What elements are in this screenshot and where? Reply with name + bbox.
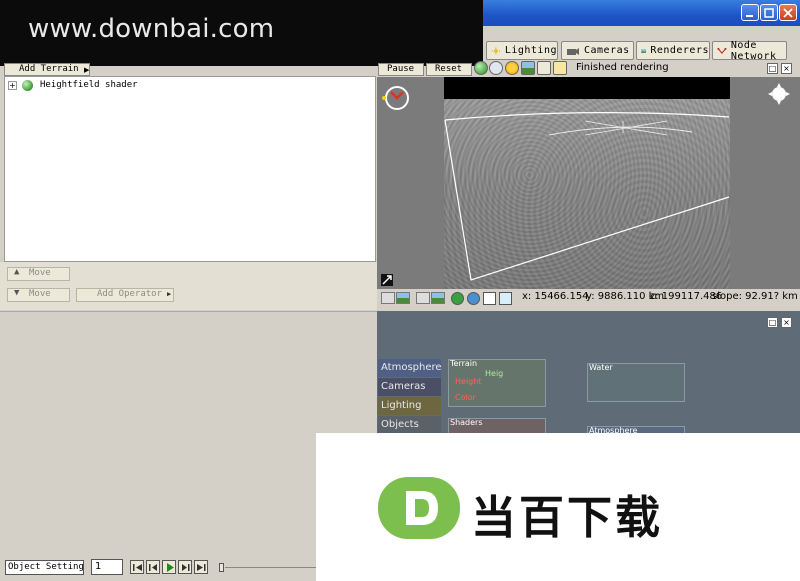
close-icon bbox=[783, 8, 793, 18]
zoom-icon[interactable] bbox=[381, 274, 393, 286]
downbai-logo: 当百下载 bbox=[316, 433, 800, 581]
navigation-gizmo-icon[interactable] bbox=[381, 84, 411, 112]
watermark-banner: www.downbai.com bbox=[0, 0, 483, 66]
tab-node-network[interactable]: Node Network bbox=[712, 40, 787, 62]
camera-select-icon[interactable] bbox=[416, 292, 430, 304]
shaders-node[interactable]: Shaders bbox=[448, 418, 546, 434]
expand-icon[interactable]: + bbox=[8, 81, 17, 90]
category-lighting[interactable]: Lighting bbox=[378, 397, 441, 415]
landscape-icon bbox=[641, 48, 647, 53]
restore-pane-button[interactable]: □ bbox=[767, 63, 778, 74]
watermark-text: www.downbai.com bbox=[28, 14, 275, 44]
skip-forward-icon bbox=[197, 564, 206, 571]
move-up-button[interactable]: ▲ Move bbox=[7, 267, 70, 281]
tab-cameras[interactable]: Cameras bbox=[561, 41, 634, 60]
dropdown-arrow-icon: ▶ bbox=[167, 290, 172, 298]
close-pane-button[interactable]: × bbox=[781, 317, 792, 328]
frame-input[interactable]: 1 bbox=[91, 559, 123, 575]
move-down-button[interactable]: ▼ Move bbox=[7, 288, 70, 302]
coord-x: x: 15466.154 bbox=[522, 291, 589, 302]
next-frame-button[interactable] bbox=[178, 560, 192, 574]
first-frame-button[interactable] bbox=[130, 560, 144, 574]
minimize-button[interactable] bbox=[741, 4, 759, 21]
play-button[interactable] bbox=[162, 560, 176, 574]
close-button[interactable] bbox=[779, 4, 797, 21]
sun-icon[interactable] bbox=[505, 61, 519, 75]
camera-wireframe bbox=[444, 112, 730, 281]
dropdown-arrow-icon: ▶ bbox=[84, 66, 90, 74]
refresh-icon[interactable] bbox=[451, 292, 464, 305]
shader-sphere-icon bbox=[22, 80, 33, 91]
category-objects[interactable]: Objects bbox=[378, 416, 441, 434]
reset-button[interactable]: Reset bbox=[426, 63, 472, 76]
play-icon bbox=[167, 563, 174, 572]
frame-icon[interactable] bbox=[483, 292, 496, 305]
water-node[interactable]: Water bbox=[587, 363, 685, 402]
d-logo-icon bbox=[378, 477, 460, 539]
down-arrow-icon: ▼ bbox=[14, 288, 20, 298]
timeline-handle[interactable] bbox=[219, 563, 224, 572]
tab-renderers[interactable]: Renderers bbox=[636, 41, 710, 60]
timeline-slider[interactable] bbox=[219, 562, 319, 572]
camera-icon[interactable] bbox=[381, 292, 395, 304]
sun-icon bbox=[491, 46, 501, 55]
last-frame-button[interactable] bbox=[194, 560, 208, 574]
up-arrow-icon: ▲ bbox=[14, 267, 20, 277]
render-settings-icon[interactable] bbox=[553, 61, 567, 75]
skip-back-icon bbox=[133, 564, 142, 571]
previous-frame-button[interactable] bbox=[146, 560, 160, 574]
render-sphere-icon[interactable] bbox=[474, 61, 488, 75]
logo-text: 当百下载 bbox=[471, 491, 664, 544]
terrain-tree[interactable]: + Heightfield shader bbox=[4, 76, 376, 262]
height-port[interactable]: Height bbox=[455, 377, 481, 386]
node-icon bbox=[717, 47, 727, 54]
coord-slope: slope: 92.91? km bbox=[712, 291, 798, 302]
maximize-icon bbox=[764, 8, 774, 18]
eye-icon[interactable] bbox=[467, 292, 480, 305]
close-pane-button[interactable]: × bbox=[781, 63, 792, 74]
step-back-icon bbox=[149, 564, 157, 571]
restore-pane-button[interactable]: □ bbox=[767, 317, 778, 328]
compass-icon[interactable] bbox=[768, 83, 790, 105]
pause-button[interactable]: Pause bbox=[378, 63, 424, 76]
category-cameras[interactable]: Cameras bbox=[378, 378, 441, 396]
render-viewport[interactable] bbox=[377, 77, 800, 289]
object-settings-button[interactable]: Object Settings bbox=[5, 560, 84, 575]
camera-icon bbox=[567, 47, 579, 55]
landscape-icon[interactable] bbox=[521, 61, 535, 75]
pan-icon[interactable] bbox=[499, 292, 512, 305]
cloud-icon[interactable] bbox=[489, 61, 503, 75]
tree-item-heightfield-shader[interactable]: Heightfield shader bbox=[40, 80, 138, 90]
add-operator-button[interactable]: Add Operator ▶ bbox=[76, 288, 174, 302]
landscape-select-icon[interactable] bbox=[431, 292, 445, 304]
brush-icon[interactable] bbox=[537, 61, 551, 75]
minimize-icon bbox=[746, 15, 753, 17]
color-port[interactable]: Color bbox=[455, 393, 476, 402]
tab-lighting[interactable]: Lighting bbox=[486, 41, 558, 60]
landscape-icon[interactable] bbox=[396, 292, 410, 304]
maximize-button[interactable] bbox=[760, 4, 778, 21]
timeline-track bbox=[225, 567, 319, 568]
render-status: Finished rendering bbox=[576, 62, 669, 73]
category-atmosphere[interactable]: Atmosphere bbox=[378, 359, 442, 377]
add-terrain-button[interactable]: Add Terrain ▶ bbox=[4, 63, 90, 76]
step-forward-icon bbox=[182, 564, 190, 571]
heightfield-node[interactable]: Heig bbox=[485, 369, 503, 378]
